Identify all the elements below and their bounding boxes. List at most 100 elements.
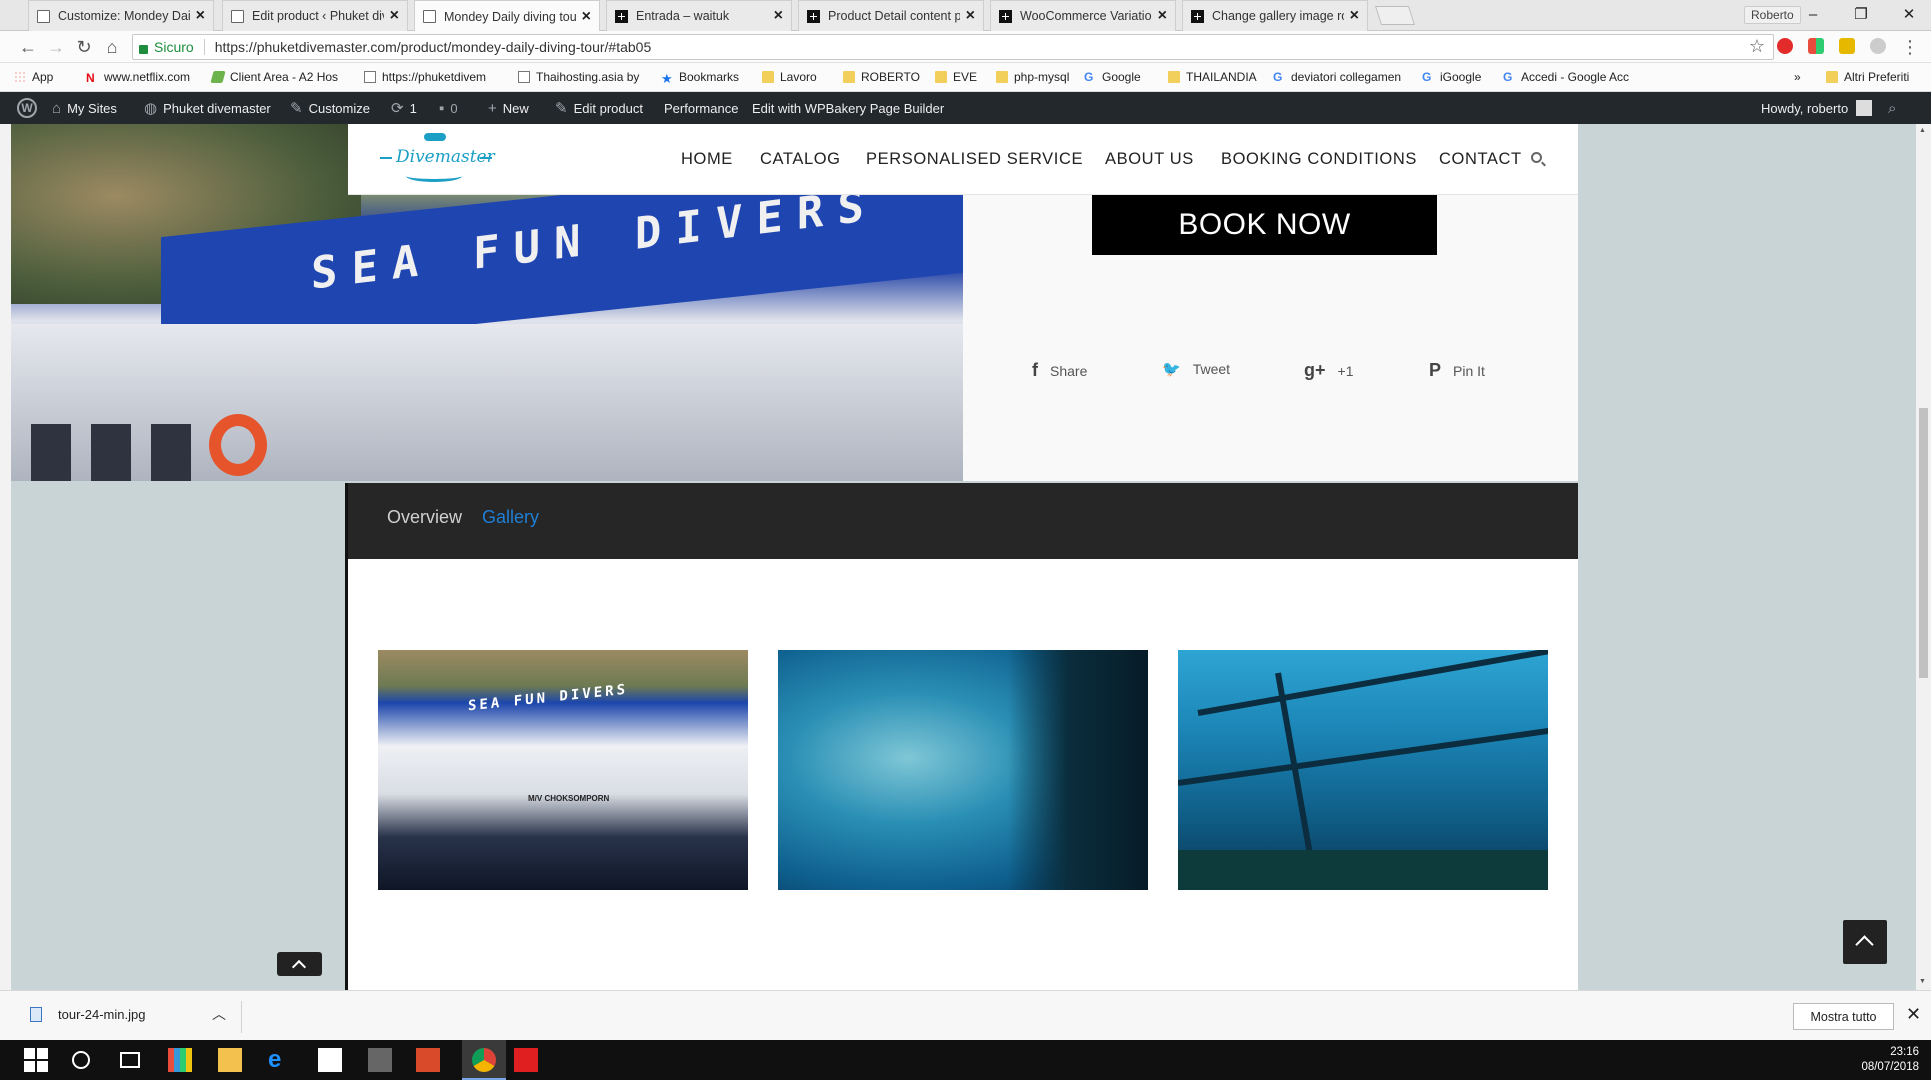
nav-booking-conditions[interactable]: BOOKING CONDITIONS [1221, 124, 1417, 195]
forward-icon[interactable]: → [44, 35, 68, 59]
search-icon[interactable] [1531, 152, 1542, 163]
show-all-downloads-button[interactable]: Mostra tutto [1793, 1003, 1894, 1030]
app-icon[interactable] [168, 1048, 192, 1072]
wordpress-menu[interactable]: W [17, 92, 37, 124]
customize-link[interactable]: ✎ Customize [290, 92, 370, 124]
browser-tab[interactable]: Customize: Mondey Daily × [28, 0, 214, 31]
minimize-icon[interactable]: – [1790, 3, 1836, 27]
browser-tab[interactable]: Product Detail content p × [798, 0, 984, 31]
app-icon[interactable] [514, 1048, 538, 1072]
bookmark-item[interactable]: G Accedi - Google Acc [1503, 70, 1629, 84]
new-content-menu[interactable]: + New [488, 92, 529, 124]
address-bar[interactable]: Sicuro https://phuketdivemaster.com/prod… [132, 34, 1774, 60]
book-now-button[interactable]: BOOK NOW [1092, 195, 1437, 255]
bookmark-folder[interactable]: ROBERTO [843, 70, 920, 84]
bookmark-item[interactable]: Thaihosting.asia by [518, 70, 639, 84]
browser-tab[interactable]: Edit product ‹ Phuket div × [222, 0, 408, 31]
file-explorer-icon[interactable] [218, 1048, 242, 1072]
bookmark-item[interactable]: Nwww.netflix.com [86, 70, 190, 85]
bookmark-folder[interactable]: php-mysql [996, 70, 1069, 84]
extension-icon[interactable] [1870, 38, 1886, 54]
scroll-up-arrow[interactable]: ▲ [1919, 127, 1926, 134]
bookmarks-overflow-button[interactable]: » [1794, 70, 1801, 84]
download-item[interactable]: tour-24-min.jpg [30, 1007, 145, 1022]
close-icon[interactable]: × [1158, 7, 1167, 25]
share-twitter-button[interactable]: 🐦 Tweet [1162, 360, 1230, 378]
close-icon[interactable]: ✕ [1906, 1004, 1921, 1025]
nav-home[interactable]: HOME [681, 124, 733, 195]
share-facebook-button[interactable]: f Share [1032, 360, 1087, 381]
scroll-to-top-button[interactable] [1843, 920, 1887, 964]
gallery-image-fish[interactable] [778, 650, 1148, 890]
nav-about-us[interactable]: ABOUT US [1105, 124, 1194, 195]
close-icon[interactable]: × [774, 7, 783, 25]
admin-search-icon[interactable]: ⌕ [1888, 92, 1896, 124]
opera-extension-icon[interactable] [1777, 38, 1793, 54]
extension-icon[interactable] [1839, 38, 1855, 54]
browser-tab[interactable]: WooCommerce Variation × [990, 0, 1176, 31]
gallery-image-wreck[interactable] [1178, 650, 1548, 890]
chrome-taskbar-button[interactable] [462, 1040, 506, 1080]
scroll-down-arrow[interactable]: ▼ [1919, 978, 1926, 985]
close-icon[interactable]: × [582, 8, 591, 26]
extension-icon[interactable] [1808, 38, 1824, 54]
wpbakery-link[interactable]: Edit with WPBakery Page Builder [752, 92, 944, 124]
home-icon[interactable]: ⌂ [100, 35, 124, 59]
chevron-up-icon[interactable]: ︿ [212, 1004, 226, 1024]
close-icon[interactable]: × [1350, 7, 1359, 25]
system-clock[interactable]: 23:16 08/07/2018 [1861, 1045, 1919, 1075]
bookmark-item[interactable]: https://phuketdivem [364, 70, 486, 84]
bookmark-item[interactable]: App [14, 70, 53, 84]
close-window-icon[interactable]: ✕ [1886, 3, 1931, 27]
app-icon[interactable] [416, 1048, 440, 1072]
close-icon[interactable]: × [196, 7, 205, 25]
tab-gallery[interactable]: Gallery [482, 507, 539, 528]
my-sites-menu[interactable]: ⌂ My Sites [52, 92, 117, 124]
comments-link[interactable]: ▪ 0 [439, 92, 458, 124]
close-icon[interactable]: × [390, 7, 399, 25]
bookmark-folder[interactable]: EVE [935, 70, 977, 84]
reload-icon[interactable]: ↻ [72, 35, 96, 59]
restore-icon[interactable]: ❐ [1838, 3, 1884, 27]
scrollbar-thumb[interactable] [1919, 408, 1928, 678]
store-icon[interactable] [318, 1048, 342, 1072]
page-scrollbar[interactable]: ▲ ▼ [1916, 124, 1931, 990]
back-icon[interactable]: ← [16, 35, 40, 59]
browser-tab-active[interactable]: Mondey Daily diving tou × [414, 0, 600, 32]
bookmark-folder[interactable]: THAILANDIA [1168, 70, 1257, 84]
nav-personalised-service[interactable]: PERSONALISED SERVICE [866, 124, 1083, 195]
bookmark-item[interactable]: G Google [1084, 70, 1141, 84]
site-name-menu[interactable]: ◍ Phuket divemaster [144, 92, 271, 124]
app-icon[interactable] [368, 1048, 392, 1072]
account-menu[interactable]: Howdy, roberto [1761, 92, 1873, 124]
cortana-icon[interactable] [72, 1051, 90, 1069]
menu-icon[interactable]: ⋮ [1898, 35, 1922, 59]
bookmark-item[interactable]: Gdeviatori collegamen [1273, 70, 1401, 84]
bookmark-folder[interactable]: Lavoro [762, 70, 817, 84]
task-view-icon[interactable] [120, 1052, 140, 1068]
bookmark-item[interactable]: Client Area - A2 Hos [210, 70, 338, 84]
tab-overview[interactable]: Overview [387, 507, 462, 528]
share-pinterest-button[interactable]: P Pin It [1429, 360, 1485, 381]
site-logo[interactable]: Divemaster [376, 130, 495, 188]
updates-link[interactable]: ⟳ 1 [391, 92, 417, 124]
bookmark-item[interactable]: ★ Bookmarks [661, 70, 739, 86]
other-bookmarks-folder[interactable]: Altri Preferiti [1826, 70, 1909, 84]
collapse-toggle-button[interactable] [277, 952, 322, 976]
edge-icon[interactable]: e [268, 1048, 292, 1072]
bookmark-star-icon[interactable]: ☆ [1749, 36, 1765, 57]
browser-tab[interactable]: Change gallery image ro × [1182, 0, 1368, 31]
share-google-plus-button[interactable]: g+ +1 [1304, 360, 1353, 381]
apps-icon [14, 71, 26, 83]
nav-catalog[interactable]: CATALOG [760, 124, 841, 195]
windows-start-icon[interactable] [24, 1048, 48, 1072]
gallery-image-boat[interactable]: SEA FUN DIVERS M/V CHOKSOMPORN [378, 650, 748, 890]
performance-menu[interactable]: Performance [664, 92, 738, 124]
nav-contact[interactable]: CONTACT [1439, 124, 1522, 195]
close-icon[interactable]: × [966, 7, 975, 25]
edit-product-link[interactable]: ✎ Edit product [555, 92, 643, 124]
url-text[interactable]: https://phuketdivemaster.com/product/mon… [215, 39, 652, 55]
bookmark-item[interactable]: GiGoogle [1422, 70, 1481, 84]
new-tab-button[interactable] [1374, 6, 1416, 25]
browser-tab[interactable]: Entrada – waituk × [606, 0, 792, 31]
